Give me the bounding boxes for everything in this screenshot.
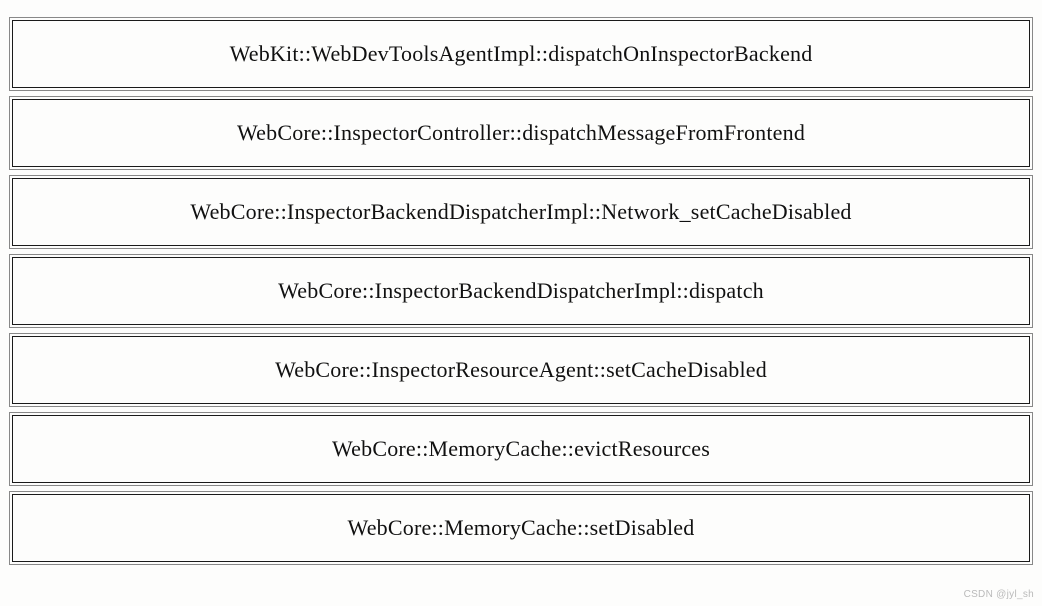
stack-frame-label: WebCore::InspectorController::dispatchMe… xyxy=(237,120,805,146)
stack-frame-label: WebCore::InspectorResourceAgent::setCach… xyxy=(275,357,767,383)
stack-frame: WebCore::InspectorBackendDispatcherImpl:… xyxy=(12,178,1030,246)
stack-frame-label: WebCore::MemoryCache::setDisabled xyxy=(348,515,695,541)
stack-frame: WebCore::MemoryCache::setDisabled xyxy=(12,494,1030,562)
stack-frame: WebKit::WebDevToolsAgentImpl::dispatchOn… xyxy=(12,20,1030,88)
stack-frame: WebCore::InspectorResourceAgent::setCach… xyxy=(12,336,1030,404)
stack-frame-label: WebCore::InspectorBackendDispatcherImpl:… xyxy=(278,278,764,304)
call-stack: WebKit::WebDevToolsAgentImpl::dispatchOn… xyxy=(12,20,1030,562)
stack-frame: WebCore::MemoryCache::evictResources xyxy=(12,415,1030,483)
stack-frame-label: WebKit::WebDevToolsAgentImpl::dispatchOn… xyxy=(230,41,813,67)
watermark: CSDN @jyl_sh xyxy=(964,589,1034,600)
stack-frame: WebCore::InspectorController::dispatchMe… xyxy=(12,99,1030,167)
stack-frame-label: WebCore::InspectorBackendDispatcherImpl:… xyxy=(190,199,851,225)
stack-frame-label: WebCore::MemoryCache::evictResources xyxy=(332,436,710,462)
stack-frame: WebCore::InspectorBackendDispatcherImpl:… xyxy=(12,257,1030,325)
